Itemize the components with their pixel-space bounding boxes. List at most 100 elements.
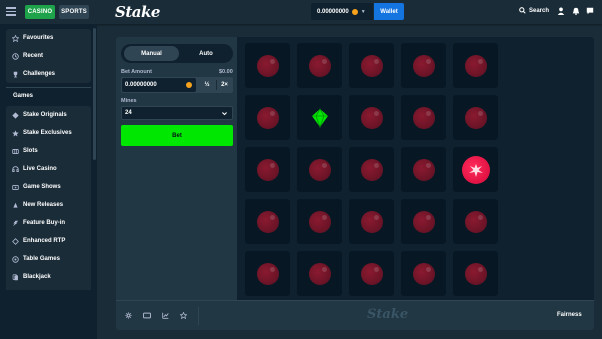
sports-tab[interactable]: SPORTS <box>59 5 89 19</box>
mine-tile[interactable] <box>453 251 498 296</box>
sidebar-games-heading[interactable]: Games <box>13 93 33 99</box>
sidebar-item-stake-exclusives[interactable]: Stake Exclusives <box>6 124 91 142</box>
mines-select[interactable]: 24 <box>121 106 233 120</box>
game-shows-icon <box>12 184 19 190</box>
search-button[interactable]: Search <box>519 7 549 14</box>
sidebar-item-label: Stake Originals <box>23 112 67 118</box>
chevron-down-icon <box>222 112 227 116</box>
stats-icon[interactable] <box>162 312 169 319</box>
mine-icon <box>256 106 279 129</box>
mine-tile[interactable] <box>349 147 394 192</box>
sidebar-item-game-shows[interactable]: Game Shows <box>6 178 91 196</box>
mine-tile[interactable] <box>297 147 342 192</box>
mine-tile[interactable] <box>245 199 290 244</box>
mine-icon <box>360 210 383 233</box>
fairness-link[interactable]: Fairness <box>557 312 582 318</box>
trophy-icon <box>13 71 18 77</box>
double-bet-button[interactable]: 2× <box>217 78 232 92</box>
manual-tab[interactable]: Manual <box>124 46 179 61</box>
mine-tile[interactable] <box>297 43 342 88</box>
mine-tile[interactable] <box>349 199 394 244</box>
chat-icon[interactable] <box>586 7 594 15</box>
sidebar-item-label: Stake Exclusives <box>23 130 72 136</box>
settings-icon[interactable] <box>125 312 132 319</box>
sidebar-item-favourites[interactable]: Favourites <box>6 29 91 47</box>
mine-icon <box>308 158 331 181</box>
mine-tile[interactable] <box>453 95 498 140</box>
sidebar-item-live-casino[interactable]: Live Casino <box>6 160 91 178</box>
mine-icon <box>412 54 435 77</box>
bet-controls: Manual Auto Bet Amount $0.00 0.00000000 … <box>116 37 237 300</box>
half-bet-button[interactable]: ½ <box>199 78 215 92</box>
mine-tile[interactable] <box>245 251 290 296</box>
sidebar-item-feature-buyin[interactable]: Feature Buy-in <box>6 214 91 232</box>
bet-amount-input[interactable]: 0.00000000 <box>122 78 196 92</box>
sidebar-item-recent[interactable]: Recent <box>6 47 91 65</box>
sidebar-item-label: Game Shows <box>23 184 61 190</box>
mine-tile[interactable] <box>401 95 446 140</box>
mine-tile[interactable] <box>297 251 342 296</box>
sidebar-item-label: Enhanced RTP <box>23 238 66 244</box>
sidebar-item-label: New Releases <box>23 202 64 208</box>
mine-tile[interactable] <box>245 43 290 88</box>
sidebar-item-label: Slots <box>23 148 38 154</box>
mode-toggle: Manual Auto <box>121 44 233 63</box>
mine-icon <box>256 262 279 285</box>
menu-icon[interactable] <box>6 7 16 16</box>
mine-tile[interactable] <box>401 43 446 88</box>
bet-button[interactable]: Bet <box>121 125 233 146</box>
stake-logo[interactable]: Stake <box>115 3 160 21</box>
favourite-star-icon[interactable] <box>180 312 187 319</box>
sidebar-top-group: Favourites Recent Challenges <box>6 29 91 83</box>
mine-tile[interactable] <box>453 147 498 192</box>
gem-icon <box>311 107 328 128</box>
user-icon[interactable] <box>557 7 565 15</box>
mine-tile[interactable] <box>349 251 394 296</box>
auto-tab[interactable]: Auto <box>179 46 233 61</box>
sidebar-item-new-releases[interactable]: New Releases <box>6 196 91 214</box>
exploded-mine-icon <box>461 155 490 184</box>
sidebar-item-label: Blackjack <box>23 274 51 280</box>
balance-value: 0.00000000 <box>317 8 349 15</box>
casino-tab[interactable]: CASINO <box>25 5 55 19</box>
top-bar: CASINO SPORTS Stake 0.00000000 ▼ Wallet … <box>0 0 602 24</box>
theatre-mode-icon[interactable] <box>143 312 151 319</box>
mine-icon <box>308 54 331 77</box>
sidebar-item-label: Feature Buy-in <box>23 220 66 226</box>
mine-icon <box>464 106 487 129</box>
bet-amount-row: 0.00000000 ½ 2× <box>121 77 233 93</box>
bell-icon[interactable] <box>572 7 580 15</box>
blackjack-icon <box>12 273 18 280</box>
sidebar-scrollbar[interactable] <box>93 28 96 160</box>
mine-tile[interactable] <box>297 199 342 244</box>
bet-amount-label: Bet Amount <box>121 69 152 75</box>
game-footer: Stake Fairness <box>116 300 594 330</box>
mine-tile[interactable] <box>401 251 446 296</box>
live-casino-icon <box>12 165 19 172</box>
balance-selector[interactable]: 0.00000000 ▼ <box>311 3 373 20</box>
mine-tile[interactable] <box>349 95 394 140</box>
mine-tile[interactable] <box>245 147 290 192</box>
mine-tile[interactable] <box>401 199 446 244</box>
sidebar-item-enhanced-rtp[interactable]: Enhanced RTP <box>6 232 91 250</box>
mine-tile[interactable] <box>245 95 290 140</box>
mine-icon <box>360 54 383 77</box>
wallet-button[interactable]: Wallet <box>374 3 404 20</box>
sidebar-item-slots[interactable]: Slots <box>6 142 91 160</box>
mine-tile[interactable] <box>401 147 446 192</box>
sidebar-item-blackjack[interactable]: Blackjack <box>6 268 91 286</box>
sidebar-item-label: Challenges <box>23 71 56 77</box>
mine-tile[interactable] <box>453 199 498 244</box>
sidebar-item-table-games[interactable]: Table Games <box>6 250 91 268</box>
sidebar-item-stake-originals[interactable]: Stake Originals <box>6 106 91 124</box>
mine-icon <box>256 158 279 181</box>
mine-icon <box>308 210 331 233</box>
mine-tile[interactable] <box>453 43 498 88</box>
mine-icon <box>412 262 435 285</box>
chevron-down-icon: ▼ <box>360 8 366 15</box>
sidebar-item-label: Recent <box>23 53 44 59</box>
mine-icon <box>360 262 383 285</box>
mine-tile[interactable] <box>349 43 394 88</box>
mine-tile[interactable] <box>297 95 342 140</box>
sidebar-item-challenges[interactable]: Challenges <box>6 65 91 83</box>
